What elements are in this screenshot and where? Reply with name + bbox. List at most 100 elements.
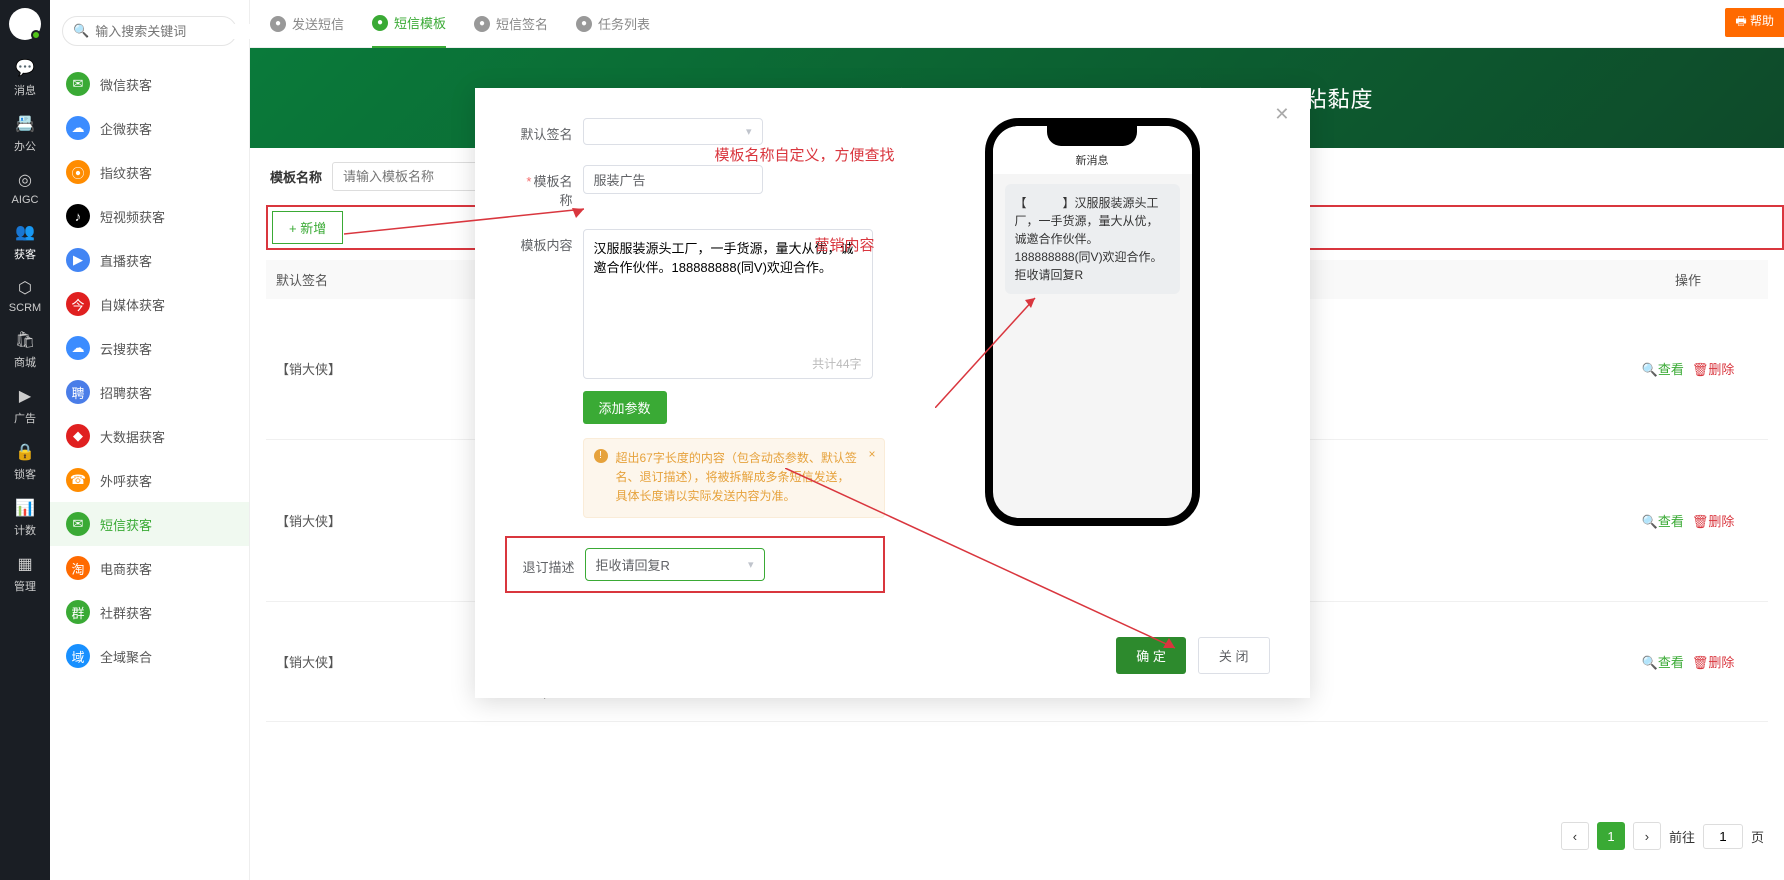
help-button[interactable]: 🖶 帮助 bbox=[1725, 8, 1784, 37]
sidebar-label: 直播获客 bbox=[100, 251, 152, 270]
sms-bubble: 【 】汉服服装源头工厂，一手货源，量大从优，诚邀合作伙伴。188888888(同… bbox=[1005, 184, 1180, 294]
sidebar-icon: ⦿ bbox=[66, 160, 90, 184]
rail-label: 办公 bbox=[14, 138, 36, 154]
sidebar-icon: 聘 bbox=[66, 380, 90, 404]
rail-item-SCRM[interactable]: ⬡SCRM bbox=[0, 270, 50, 322]
sidebar-item-短信获客[interactable]: ✉ 短信获客 bbox=[50, 502, 249, 546]
tab-短信签名[interactable]: ●短信签名 bbox=[474, 0, 548, 48]
sidebar-item-全域聚合[interactable]: 域全域聚合 bbox=[50, 634, 249, 678]
sidebar-item-直播获客[interactable]: ▶直播获客 bbox=[50, 238, 249, 282]
close-icon[interactable]: ✕ bbox=[1274, 104, 1289, 125]
cell-sig: 【销大侠】 bbox=[266, 601, 466, 721]
sidebar-label: 短视频获客 bbox=[100, 207, 165, 226]
name-input[interactable] bbox=[583, 165, 763, 194]
add-button[interactable]: + 新增 bbox=[272, 211, 343, 244]
filter-label: 模板名称 bbox=[270, 167, 322, 186]
page-prev[interactable]: ‹ bbox=[1561, 822, 1589, 850]
delete-link[interactable]: 🗑删除 bbox=[1692, 514, 1735, 529]
sidebar-icon: ☁ bbox=[66, 336, 90, 360]
tab-任务列表[interactable]: ●任务列表 bbox=[576, 0, 650, 48]
rail-item-计数[interactable]: 📊计数 bbox=[0, 490, 50, 546]
sidebar-item-短视频获客[interactable]: ♪短视频获客 bbox=[50, 194, 249, 238]
sidebar-item-指纹获客[interactable]: ⦿指纹获客 bbox=[50, 150, 249, 194]
sidebar-label: 电商获客 bbox=[100, 559, 152, 578]
rail-item-广告[interactable]: ▶ 广告 bbox=[0, 378, 50, 434]
page-input[interactable] bbox=[1703, 824, 1743, 849]
sidebar-label: 自媒体获客 bbox=[100, 295, 165, 314]
rail-label: 获客 bbox=[14, 246, 36, 262]
rail-label: 商城 bbox=[14, 354, 36, 370]
add-param-button[interactable]: 添加参数 bbox=[583, 391, 667, 424]
warning-close-icon[interactable]: × bbox=[868, 445, 875, 464]
cell-sig: 【销大侠】 bbox=[266, 299, 466, 439]
warning-icon: ! bbox=[594, 449, 608, 463]
rail-item-办公[interactable]: 📇办公 bbox=[0, 106, 50, 162]
sig-label: 默认签名 bbox=[515, 118, 583, 143]
tab-label: 发送短信 bbox=[292, 14, 344, 33]
cell-ops: 🔍查看 🗑删除 bbox=[1608, 439, 1768, 601]
rail-item-获客[interactable]: 👥 获客 bbox=[0, 214, 50, 270]
sidebar-icon: 淘 bbox=[66, 556, 90, 580]
sidebar-item-招聘获客[interactable]: 聘招聘获客 bbox=[50, 370, 249, 414]
search-box[interactable]: 🔍 bbox=[62, 16, 237, 46]
sidebar-label: 短信获客 bbox=[100, 515, 152, 534]
ok-button[interactable]: 确 定 bbox=[1116, 637, 1186, 674]
delete-link[interactable]: 🗑删除 bbox=[1692, 362, 1735, 377]
warning-text: 超出67字长度的内容（包含动态参数、默认签名、退订描述），将被拆解成多条短信发送… bbox=[616, 451, 857, 503]
view-link[interactable]: 🔍查看 bbox=[1642, 655, 1684, 670]
sidebar-item-微信获客[interactable]: ✉微信获客 bbox=[50, 62, 249, 106]
sidebar-icon: ✉ bbox=[66, 512, 90, 536]
view-link[interactable]: 🔍查看 bbox=[1642, 362, 1684, 377]
sidebar-item-外呼获客[interactable]: ☎外呼获客 bbox=[50, 458, 249, 502]
sidebar-item-企微获客[interactable]: ☁企微获客 bbox=[50, 106, 249, 150]
page-current[interactable]: 1 bbox=[1597, 822, 1625, 850]
sidebar-item-自媒体获客[interactable]: 今自媒体获客 bbox=[50, 282, 249, 326]
rail-item-锁客[interactable]: 🔒锁客 bbox=[0, 434, 50, 490]
sig-select[interactable]: ▾ bbox=[583, 118, 763, 145]
unsub-select[interactable]: 拒收请回复R ▾ bbox=[585, 548, 765, 581]
rail-item-AIGC[interactable]: ◎AIGC bbox=[0, 162, 50, 214]
rail-item-管理[interactable]: ▦管理 bbox=[0, 546, 50, 602]
tab-icon: ● bbox=[576, 16, 592, 32]
delete-link[interactable]: 🗑删除 bbox=[1692, 655, 1735, 670]
form-column: 默认签名 ▾ *模板名称 bbox=[515, 118, 885, 613]
sidebar-item-社群获客[interactable]: 群社群获客 bbox=[50, 590, 249, 634]
sidebar-icon: ☁ bbox=[66, 116, 90, 140]
tab-发送短信[interactable]: ●发送短信 bbox=[270, 0, 344, 48]
cell-ops: 🔍查看 🗑删除 bbox=[1608, 299, 1768, 439]
rail-icon: ▦ bbox=[15, 554, 35, 574]
rail-icon: 🛍 bbox=[15, 330, 35, 350]
content-textarea[interactable]: 汉服服装源头工厂，一手货源，量大从优，诚邀合作伙伴。188888888(同V)欢… bbox=[594, 238, 862, 358]
pager: ‹ 1 › 前往 页 bbox=[1561, 822, 1764, 850]
chevron-down-icon: ▾ bbox=[746, 125, 752, 138]
rail-item-商城[interactable]: 🛍 商城 bbox=[0, 322, 50, 378]
sidebar-icon: 域 bbox=[66, 644, 90, 668]
sidebar-icon: 今 bbox=[66, 292, 90, 316]
view-link[interactable]: 🔍查看 bbox=[1642, 514, 1684, 529]
modal: ✕ 默认签名 ▾ bbox=[475, 88, 1310, 698]
sidebar-item-电商获客[interactable]: 淘电商获客 bbox=[50, 546, 249, 590]
phone-notch bbox=[1047, 126, 1137, 146]
rail-label: 锁客 bbox=[14, 466, 36, 482]
char-count: 共计44字 bbox=[812, 355, 861, 372]
rail-icon: ⬡ bbox=[15, 278, 35, 298]
rail-label: 计数 bbox=[14, 522, 36, 538]
tabs: ●发送短信●短信模板●短信签名●任务列表 🖶 帮助 bbox=[250, 0, 1784, 48]
rail-icon: 👥 bbox=[15, 222, 35, 242]
unsub-highlight: 退订描述 拒收请回复R ▾ bbox=[505, 536, 885, 593]
search-input[interactable] bbox=[95, 24, 271, 39]
th-0: 默认签名 bbox=[266, 260, 466, 299]
rail-label: 广告 bbox=[14, 410, 36, 426]
sidebar-label: 社群获客 bbox=[100, 603, 152, 622]
sidebar-label: 云搜获客 bbox=[100, 339, 152, 358]
page-next[interactable]: › bbox=[1633, 822, 1661, 850]
sidebar-item-大数据获客[interactable]: ◆大数据获客 bbox=[50, 414, 249, 458]
sidebar-item-云搜获客[interactable]: ☁ 云搜获客 bbox=[50, 326, 249, 370]
cancel-button[interactable]: 关 闭 bbox=[1198, 637, 1270, 674]
rail-item-消息[interactable]: 💬消息 bbox=[0, 50, 50, 106]
rail-icon: ▶ bbox=[15, 386, 35, 406]
sidebar: 🔍 ✉微信获客☁企微获客⦿指纹获客♪短视频获客▶直播获客今自媒体获客☁云搜获客聘… bbox=[50, 0, 250, 880]
tab-短信模板[interactable]: ●短信模板 bbox=[372, 0, 446, 48]
content-wrapper: 汉服服装源头工厂，一手货源，量大从优，诚邀合作伙伴。188888888(同V)欢… bbox=[583, 229, 873, 379]
avatar[interactable] bbox=[9, 8, 41, 40]
